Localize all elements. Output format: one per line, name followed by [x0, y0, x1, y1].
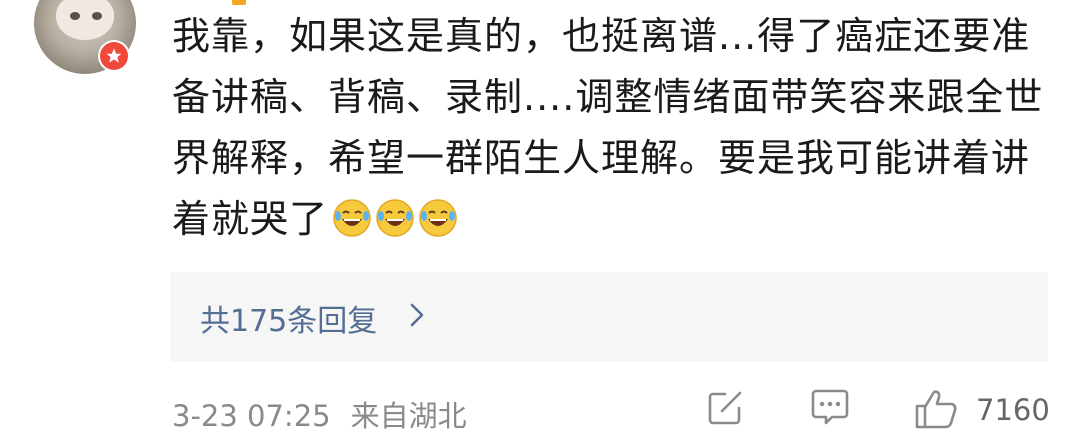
- cat-eye: [92, 12, 102, 20]
- replies-count-link[interactable]: 共175条回复: [200, 296, 377, 340]
- comment-icon: [808, 389, 852, 432]
- chevron-right-icon: [410, 303, 424, 331]
- comment-body: 我靠，如果这是真的，也挺离谱...得了癌症还要准备讲稿、背稿、录制....调整情…: [172, 6, 1052, 250]
- replies-panel[interactable]: 共175条回复: [170, 272, 1048, 362]
- comment-meta: 3-23 07:25 来自湖北: [172, 393, 467, 435]
- star-icon: [100, 42, 128, 70]
- like-button[interactable]: [913, 388, 959, 434]
- username-underline: [232, 0, 246, 5]
- comment-button[interactable]: [808, 388, 852, 432]
- thumbs-up-icon: [913, 390, 959, 434]
- verified-badge: [98, 40, 130, 72]
- cat-eye: [70, 12, 80, 20]
- emoji-group: [332, 198, 458, 238]
- comment-text: 我靠，如果这是真的，也挺离谱...得了癌症还要准备讲稿、背稿、录制....调整情…: [172, 14, 1044, 241]
- cat-face: [56, 0, 114, 40]
- laughing-crying-emoji: [418, 198, 458, 238]
- laughing-crying-emoji: [375, 198, 415, 238]
- comment-location: 来自湖北: [350, 399, 467, 433]
- share-icon: [705, 391, 745, 432]
- comment-timestamp: 3-23 07:25: [172, 399, 331, 433]
- likes-count: 7160: [976, 393, 1050, 427]
- share-button[interactable]: [705, 388, 745, 432]
- laughing-crying-emoji: [332, 198, 372, 238]
